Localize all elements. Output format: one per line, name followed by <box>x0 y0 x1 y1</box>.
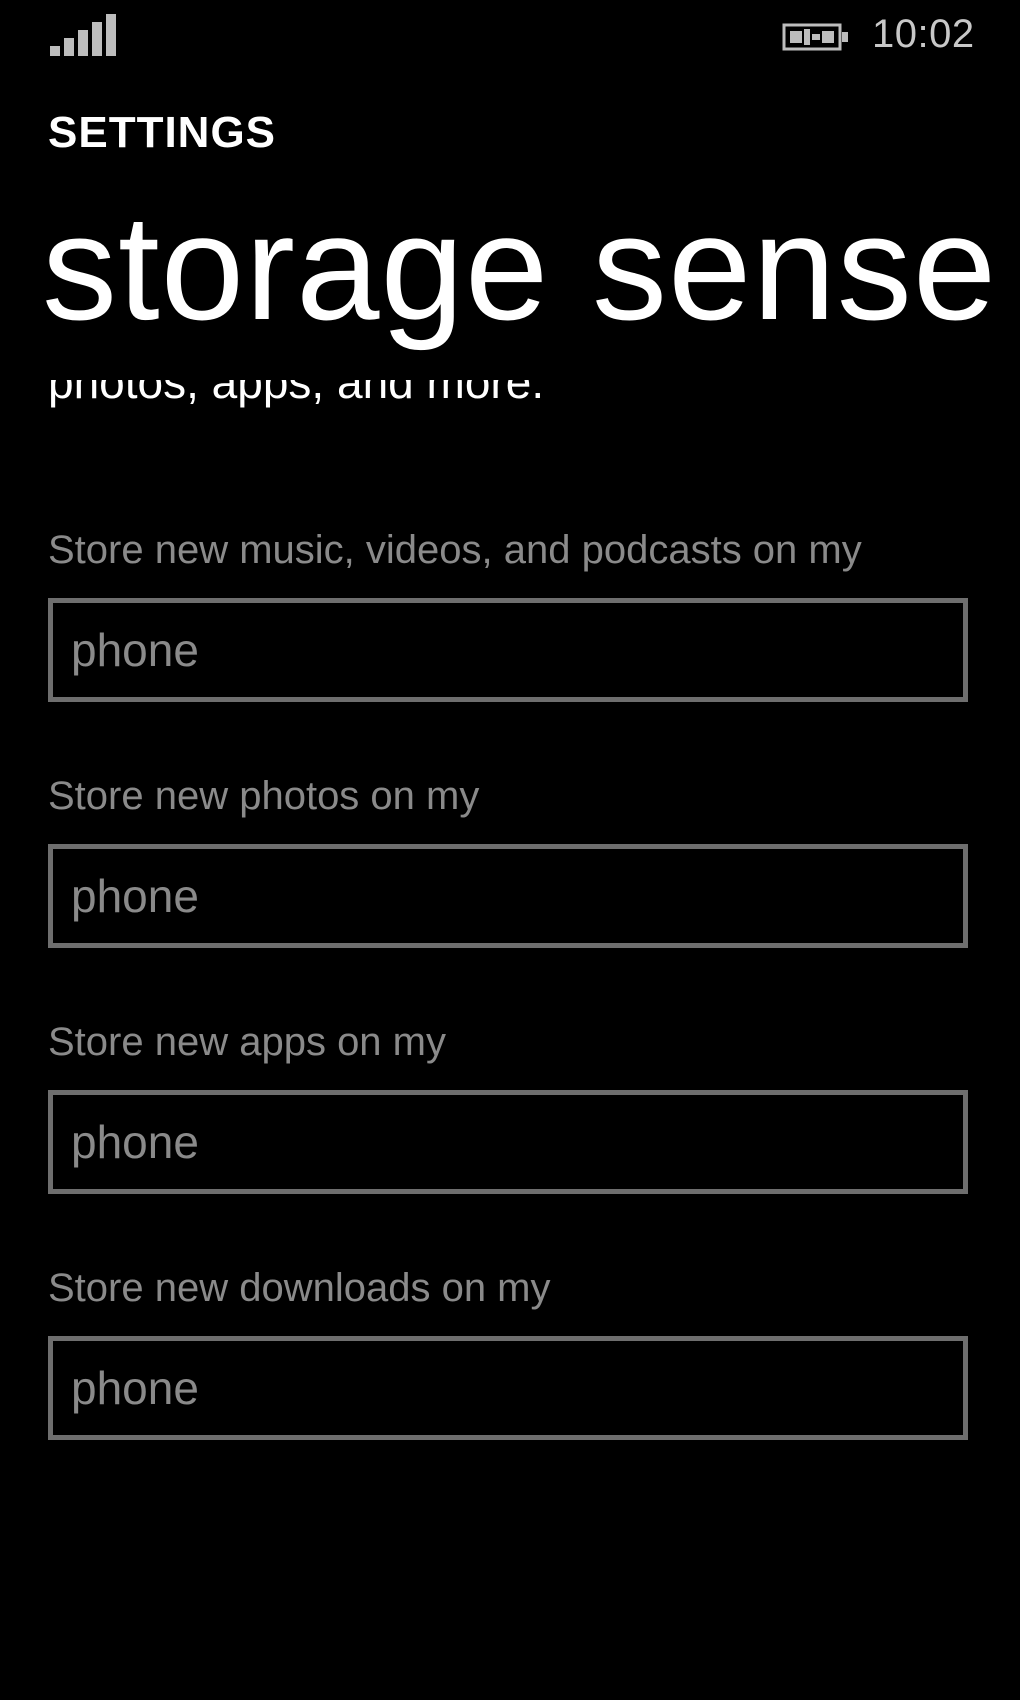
storage-location-value: phone <box>71 870 199 922</box>
setting-label: Store new music, videos, and podcasts on… <box>48 528 862 572</box>
clock: 10:02 <box>872 12 975 56</box>
storage-location-value: phone <box>71 624 199 676</box>
setting-music-videos-podcasts: Store new music, videos, and podcasts on… <box>48 520 970 702</box>
storage-location-value: phone <box>71 1362 199 1414</box>
page-title: storage sense <box>42 183 998 351</box>
setting-photos: Store new photos on my phone <box>48 766 970 948</box>
description-text: photos, apps, and more. <box>48 380 968 436</box>
storage-location-value: phone <box>71 1116 199 1168</box>
setting-label: Store new downloads on my <box>48 1266 551 1310</box>
description-fragment: photos, apps, and more. <box>48 380 545 408</box>
setting-label: Store new photos on my <box>48 774 480 818</box>
battery-charging-icon <box>782 23 848 51</box>
storage-location-select[interactable]: phone <box>48 1090 968 1194</box>
setting-label: Store new apps on my <box>48 1020 446 1064</box>
status-bar: 10:02 <box>0 0 1020 70</box>
storage-location-select[interactable]: phone <box>48 844 968 948</box>
app-title: SETTINGS <box>48 108 277 157</box>
signal-strength-icon <box>50 14 116 56</box>
storage-location-select[interactable]: phone <box>48 1336 968 1440</box>
setting-downloads: Store new downloads on my phone <box>48 1258 970 1440</box>
storage-location-select[interactable]: phone <box>48 598 968 702</box>
setting-apps: Store new apps on my phone <box>48 1012 970 1194</box>
